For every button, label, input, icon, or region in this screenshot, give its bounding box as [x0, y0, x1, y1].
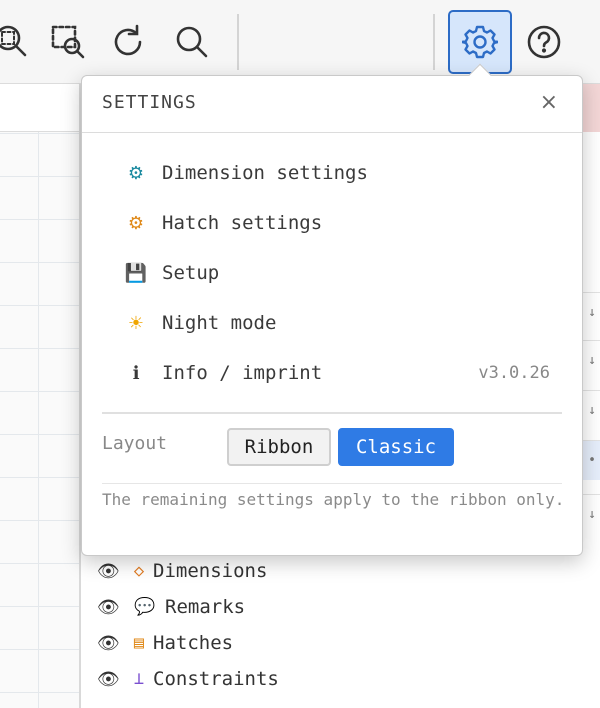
eye-icon[interactable]: 👁	[97, 561, 127, 582]
toolbar-separator	[237, 14, 239, 70]
top-toolbar	[0, 0, 600, 84]
menu-item-setup[interactable]: 💾 Setup	[110, 253, 550, 293]
divider	[102, 483, 562, 484]
menu-item-label: Hatch settings	[162, 212, 323, 234]
info-icon: ℹ	[132, 362, 140, 384]
layer-item-constraints[interactable]: 👁 ⊥ Constraints	[97, 661, 279, 697]
redraw-icon[interactable]	[98, 12, 158, 72]
eye-icon[interactable]: 👁	[97, 669, 127, 690]
eye-icon[interactable]: 👁	[97, 633, 127, 654]
menu-item-label: Info / imprint	[162, 362, 323, 384]
layout-label: Layout	[102, 433, 168, 454]
eye-icon[interactable]: 👁	[97, 597, 127, 618]
hatch-icon: ▤	[133, 633, 145, 653]
settings-note: The remaining settings apply to the ribb…	[102, 490, 565, 509]
layout-ribbon-button[interactable]: Ribbon	[227, 428, 331, 466]
speech-bubble-icon: 💬	[134, 597, 156, 617]
layout-classic-button[interactable]: Classic	[338, 428, 454, 466]
zoom-icon[interactable]	[162, 12, 222, 72]
settings-popover: SETTINGS × ⚙ Dimension settings ⚙ Hatch …	[81, 63, 583, 556]
help-icon[interactable]	[514, 12, 574, 72]
layer-label: Dimensions	[153, 560, 268, 582]
hatch-gear-icon: ⚙	[127, 212, 145, 234]
zoom-window-icon[interactable]	[38, 12, 98, 72]
diamond-icon: ◇	[133, 561, 145, 581]
gear-icon	[462, 25, 498, 59]
menu-item-dimension-settings[interactable]: ⚙ Dimension settings	[110, 153, 550, 193]
layer-label: Constraints	[153, 668, 279, 690]
drawing-canvas[interactable]	[0, 84, 80, 708]
divider	[82, 132, 582, 133]
zoom-extents-icon[interactable]	[0, 12, 42, 72]
layer-item-remarks[interactable]: 👁 💬 Remarks	[97, 589, 245, 625]
menu-item-hatch-settings[interactable]: ⚙ Hatch settings	[110, 203, 550, 243]
canvas-header	[0, 84, 80, 132]
menu-item-label: Night mode	[162, 312, 277, 334]
sun-icon: ☀	[127, 312, 145, 334]
popover-title: SETTINGS	[102, 92, 197, 113]
version-label: v3.0.26	[478, 363, 550, 383]
menu-item-label: Dimension settings	[162, 162, 368, 184]
layer-item-dimensions[interactable]: 👁 ◇ Dimensions	[97, 553, 267, 589]
layer-item-hatches[interactable]: 👁 ▤ Hatches	[97, 625, 233, 661]
menu-item-night-mode[interactable]: ☀ Night mode	[110, 303, 550, 343]
perpendicular-icon: ⊥	[133, 669, 145, 689]
menu-item-label: Setup	[162, 262, 220, 284]
layer-label: Remarks	[165, 596, 246, 618]
divider	[102, 412, 562, 414]
dimension-gear-icon: ⚙	[127, 162, 145, 184]
toolbar-separator	[433, 14, 435, 70]
floppy-disk-icon: 💾	[124, 262, 148, 284]
close-icon[interactable]: ×	[540, 90, 558, 115]
menu-item-info-imprint[interactable]: ℹ Info / imprint v3.0.26	[110, 353, 550, 393]
layer-label: Hatches	[153, 632, 234, 654]
